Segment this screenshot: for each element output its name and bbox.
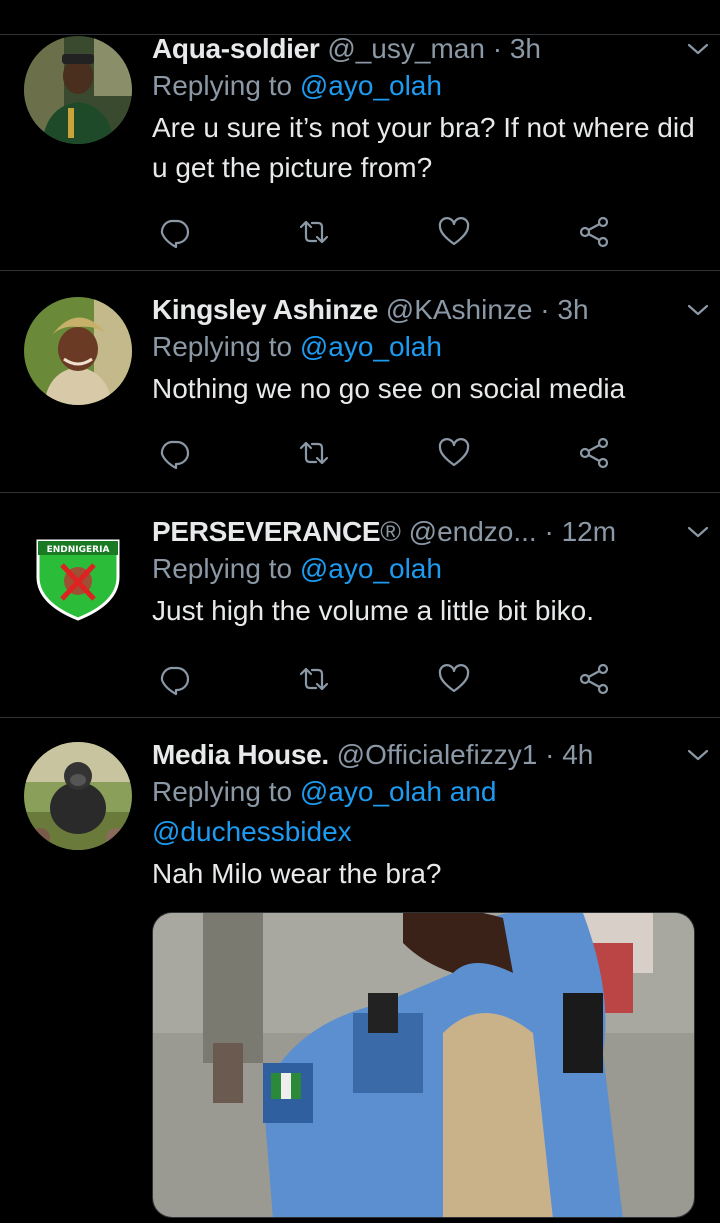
tweet[interactable]: Kingsley Ashinze @KAshinze · 3h Replying… bbox=[0, 271, 720, 491]
share-button[interactable] bbox=[572, 212, 616, 252]
tweet-actions bbox=[152, 659, 622, 699]
avatar[interactable]: ENDNIGERIA bbox=[24, 519, 132, 627]
retweet-icon bbox=[299, 441, 329, 465]
share-icon bbox=[579, 216, 609, 248]
share-button[interactable] bbox=[572, 659, 616, 699]
timestamp[interactable]: 12m bbox=[562, 516, 616, 547]
avatar[interactable] bbox=[24, 36, 132, 144]
chevron-down-icon[interactable] bbox=[683, 295, 713, 325]
separator: · bbox=[540, 294, 550, 325]
tweet-media-image[interactable] bbox=[152, 912, 695, 1218]
tweet-header: PERSEVERANCE® @endzo... · 12m bbox=[152, 515, 709, 549]
tweet-text: Just high the volume a little bit biko. bbox=[152, 595, 595, 626]
share-icon bbox=[579, 437, 609, 469]
timestamp[interactable]: 4h bbox=[562, 739, 593, 770]
avatar[interactable] bbox=[24, 742, 132, 850]
like-icon bbox=[438, 664, 470, 693]
retweet-button[interactable] bbox=[292, 212, 336, 252]
verified-badge: ® bbox=[380, 516, 401, 547]
reply-mention[interactable]: @ayo_olah bbox=[300, 70, 442, 101]
reply-button[interactable] bbox=[152, 659, 196, 699]
chevron-down-icon[interactable] bbox=[683, 34, 713, 64]
reply-mention[interactable]: @ayo_olah and bbox=[300, 776, 497, 807]
like-icon bbox=[438, 217, 470, 246]
chevron-down-icon[interactable] bbox=[683, 740, 713, 770]
reply-button[interactable] bbox=[152, 212, 196, 252]
tweet[interactable]: ENDNIGERIA PERSEVERANCE® @endzo... · 12m… bbox=[0, 493, 720, 717]
reply-prefix: Replying to bbox=[152, 331, 300, 362]
separator: · bbox=[544, 516, 554, 547]
like-icon bbox=[438, 438, 470, 467]
tweet-text: Nothing we no go see on social media bbox=[152, 373, 626, 404]
tweet-header: Media House. @Officialefizzy1 · 4h bbox=[152, 738, 709, 772]
tweet[interactable]: Aqua-soldier @_usy_man · 3h Replying to … bbox=[0, 0, 720, 270]
separator: · bbox=[545, 739, 555, 770]
reply-icon bbox=[160, 666, 190, 696]
share-button[interactable] bbox=[572, 433, 616, 473]
retweet-button[interactable] bbox=[292, 433, 336, 473]
reply-prefix: Replying to bbox=[152, 776, 300, 807]
display-name[interactable]: Kingsley Ashinze bbox=[152, 294, 378, 325]
display-name[interactable]: Media House. bbox=[152, 739, 329, 770]
reply-button[interactable] bbox=[152, 433, 196, 473]
like-button[interactable] bbox=[432, 659, 476, 699]
reply-context: Replying to @ayo_olah and @duchessbidex bbox=[152, 772, 697, 852]
tweet-text: Nah Milo wear the bra? bbox=[152, 858, 442, 889]
reply-mention[interactable]: @ayo_olah bbox=[300, 553, 442, 584]
display-name[interactable]: Aqua-soldier bbox=[152, 33, 320, 64]
reply-prefix: Replying to bbox=[152, 553, 300, 584]
separator: · bbox=[492, 33, 503, 64]
reply-icon bbox=[160, 219, 190, 249]
chevron-down-icon[interactable] bbox=[683, 517, 713, 547]
share-icon bbox=[579, 663, 609, 695]
retweet-icon bbox=[299, 667, 329, 691]
like-button[interactable] bbox=[432, 212, 476, 252]
display-name[interactable]: PERSEVERANCE bbox=[152, 516, 381, 547]
tweet-actions bbox=[152, 212, 622, 252]
reply-icon bbox=[160, 440, 190, 470]
reply-mention-2[interactable]: @duchessbidex bbox=[152, 816, 352, 847]
timestamp[interactable]: 3h bbox=[557, 294, 588, 325]
handle[interactable]: @KAshinze bbox=[386, 294, 533, 325]
handle[interactable]: @endzo... bbox=[409, 516, 537, 547]
like-button[interactable] bbox=[432, 433, 476, 473]
reply-context: Replying to @ayo_olah bbox=[152, 327, 697, 367]
tweet-header: Aqua-soldier @_usy_man · 3h bbox=[152, 32, 709, 66]
handle[interactable]: @Officialefizzy1 bbox=[337, 739, 538, 770]
logo-text: ENDNIGERIA bbox=[47, 545, 110, 555]
reply-context: Replying to @ayo_olah bbox=[152, 549, 697, 589]
reply-mention[interactable]: @ayo_olah bbox=[300, 331, 442, 362]
tweet-header: Kingsley Ashinze @KAshinze · 3h bbox=[152, 293, 709, 327]
avatar[interactable] bbox=[24, 297, 132, 405]
tweet-actions bbox=[152, 433, 622, 473]
reply-context: Replying to @ayo_olah bbox=[152, 66, 697, 106]
reply-prefix: Replying to bbox=[152, 70, 300, 101]
timestamp[interactable]: 3h bbox=[510, 33, 541, 64]
retweet-icon bbox=[299, 220, 329, 244]
handle[interactable]: @_usy_man bbox=[327, 33, 485, 64]
tweet-text: Are u sure it’s not your bra? If not whe… bbox=[152, 112, 695, 183]
retweet-button[interactable] bbox=[292, 659, 336, 699]
